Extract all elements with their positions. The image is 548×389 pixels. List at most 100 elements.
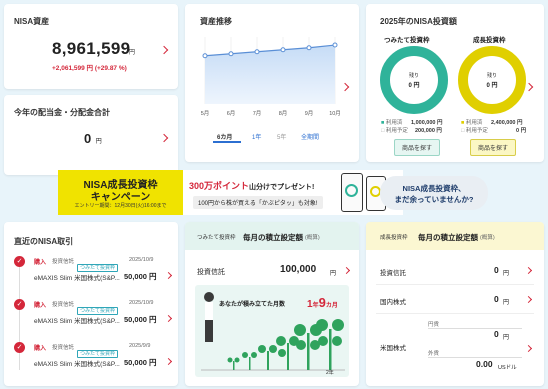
seicho-sub1-unit: 円	[503, 335, 510, 341]
transaction-amount: 50,000 円	[124, 272, 157, 281]
seicho-plan-note: (概算)	[480, 235, 495, 241]
nisa-2025-card: 2025年のNISA投資額 つみたて投資枠 残り 0 円 ■ 利用済 1,000…	[366, 4, 544, 162]
tsumitate-plan-card: つみたて投資枠 毎月の積立設定額 (概算) 投資信託 100,000 円 あなた…	[185, 222, 359, 386]
banner-points-suffix: 山分けでプレゼント!	[249, 184, 315, 191]
chart-point	[254, 49, 260, 55]
seicho-row-unit: 円	[503, 300, 510, 306]
seicho-plan-card: 成長投資枠 毎月の積立設定額 (概算) 投資信託 0 円 国内株式 0 円 米国…	[366, 222, 544, 386]
seicho-sub1-value: 0	[494, 329, 499, 339]
seicho-sub2-unit: USドル	[498, 365, 517, 371]
transaction-date: 2025/10/9	[129, 300, 154, 306]
seicho-remaining-value: 0 円	[486, 83, 498, 89]
transaction-badge-text: つみたて投資枠	[77, 307, 119, 315]
recent-transactions-title: 直近のNISA取引	[14, 237, 74, 246]
tsumitate-remaining-value: 0 円	[408, 83, 420, 89]
seicho-sub2-value: 0.00	[476, 359, 493, 369]
banner-bubble: NISA成長投資枠、 まだ余っていませんか?	[380, 176, 488, 210]
seicho-row-label: 米国株式	[380, 345, 406, 352]
chart-point	[280, 47, 286, 53]
tsumitate-used-value: 1,000,000 円	[411, 120, 443, 126]
chart-point	[306, 45, 312, 51]
period-1y[interactable]: 1年	[248, 130, 265, 143]
dividends-card[interactable]: 今年の配当金・分配金合計 0 円	[4, 95, 178, 175]
chevron-right-icon[interactable]	[524, 295, 533, 304]
transaction-row[interactable]: ✓ 購入 投資信託 つみたて投資枠 2025/10/9 eMAXIS Slim …	[4, 254, 178, 300]
banner-title-line2: キャンペーン	[90, 192, 151, 203]
banner-body: 300万ポイント山分けでプレゼント! 100円から株が買える「かぶピタッ」も対象…	[183, 170, 403, 215]
banner-bubble-line2: まだ余っていませんか?	[394, 195, 474, 204]
seicho-used: ■ 利用済	[461, 118, 482, 126]
chevron-right-icon[interactable]	[164, 314, 173, 323]
period-5y[interactable]: 5年	[273, 130, 290, 143]
seicho-row-unit: 円	[503, 271, 510, 277]
chevron-right-icon[interactable]	[524, 344, 533, 353]
transaction-type: 購入	[34, 303, 47, 309]
seicho-planned-value: 0 円	[516, 128, 527, 134]
transaction-row[interactable]: ✓ 購入 投資信託 つみたて投資枠 2025/9/9 eMAXIS Slim 米…	[4, 340, 178, 386]
tsumitate-used: ■ 利用済	[381, 118, 402, 126]
transaction-date: 2025/10/9	[129, 257, 154, 263]
recent-transactions-card: 直近のNISA取引 ✓ 購入 投資信託 つみたて投資枠 2025/10/9 eM…	[4, 222, 178, 386]
chart-point	[332, 42, 338, 48]
seicho-plan-title: 毎月の積立設定額	[418, 233, 478, 242]
banner-title-block: NISA成長投資枠 キャンペーン エントリー期間：12月30日(火)16:00ま…	[58, 170, 183, 215]
axis-label: 2年	[326, 370, 334, 376]
transaction-category: 投資信託	[52, 345, 75, 351]
seicho-sub2-label: 外貨	[428, 351, 440, 357]
chart-point	[202, 53, 208, 59]
legend-square-icon: □	[461, 128, 465, 134]
banner-bubble-line1: NISA成長投資枠、	[402, 184, 466, 193]
tsumitate-planned-value: 200,000 円	[415, 128, 442, 134]
tsumitate-plan-title: 毎月の積立設定額	[243, 233, 303, 242]
seicho-label: 成長投資枠	[473, 37, 506, 44]
chevron-right-icon[interactable]	[164, 357, 173, 366]
seicho-remaining-label: 残り	[486, 73, 497, 79]
tsumitate-plan-header: つみたて投資枠 毎月の積立設定額 (概算)	[185, 222, 359, 250]
seicho-sub1-label: 円貨	[428, 322, 440, 328]
transaction-category: 投資信託	[52, 259, 75, 265]
transaction-row[interactable]: ✓ 購入 投資信託 つみたて投資枠 2025/10/9 eMAXIS Slim …	[4, 297, 178, 343]
chevron-right-icon[interactable]	[342, 266, 351, 275]
seicho-plan-badge: 成長投資枠	[380, 235, 408, 241]
tsumitate-row-unit: 円	[330, 271, 337, 277]
transaction-badge-text: つみたて投資枠	[77, 350, 119, 358]
dividends-unit: 円	[95, 139, 102, 145]
chevron-right-icon[interactable]	[524, 266, 533, 275]
transaction-name: eMAXIS Slim 米国株式(S&P...	[34, 361, 120, 368]
chevron-right-icon[interactable]	[159, 133, 169, 143]
banner-sub: 100円から株が買える「かぶピタッ」も対象!	[193, 196, 323, 209]
seicho-planned: □ 利用予定	[461, 126, 488, 134]
period-all[interactable]: 全期間	[297, 130, 323, 143]
nisa-asset-title: NISA資産	[14, 17, 50, 26]
seicho-row-label: 国内株式	[380, 299, 406, 306]
check-icon: ✓	[14, 299, 25, 310]
tsumitate-planned: □ 利用予定	[381, 126, 408, 134]
transaction-date: 2025/9/9	[129, 343, 151, 349]
legend-square-icon: □	[381, 128, 385, 134]
transaction-name: eMAXIS Slim 米国株式(S&P...	[34, 318, 120, 325]
chevron-right-icon[interactable]	[164, 271, 173, 280]
tsumitate-plan-note: (概算)	[305, 235, 320, 241]
asset-history-chart: 5月 6月 7月 8月 9月 10月	[201, 37, 341, 117]
tsumitate-label: つみたて投資枠	[384, 37, 430, 44]
transaction-type: 購入	[34, 260, 47, 266]
nisa-asset-unit: 円	[129, 50, 136, 56]
campaign-banner[interactable]: NISA成長投資枠 キャンペーン エントリー期間：12月30日(火)16:00ま…	[58, 170, 488, 215]
nisa-asset-card[interactable]: NISA資産 8,961,599 円 +2,061,599 円 (+29.87 …	[4, 4, 178, 89]
period-underline	[213, 141, 241, 143]
chart-x-label: 9月	[305, 110, 314, 117]
growing-plants-icon	[201, 292, 345, 371]
tsumitate-planned-label: 利用予定	[385, 128, 408, 134]
asset-history-card: 資産推移 5月 6月 7月 8月 9月 10月 6カ月 1年 5年 全期間	[185, 4, 359, 162]
seicho-search-button[interactable]: 商品を探す	[470, 139, 517, 156]
banner-period: エントリー期間：12月30日(火)16:00まで	[74, 203, 167, 209]
tsumitate-search-button[interactable]: 商品を探す	[394, 139, 441, 156]
chevron-right-icon[interactable]	[159, 45, 169, 55]
seicho-row-label: 投資信託	[380, 270, 406, 277]
nisa-asset-value: 8,961,599	[52, 39, 131, 58]
chart-x-label: 5月	[201, 110, 210, 117]
transaction-category: 投資信託	[52, 302, 75, 308]
chart-x-label: 6月	[227, 110, 236, 117]
banner-points-line: 300万ポイント山分けでプレゼント!	[189, 179, 314, 192]
tsumitate-row-label: 投資信託	[197, 269, 225, 276]
